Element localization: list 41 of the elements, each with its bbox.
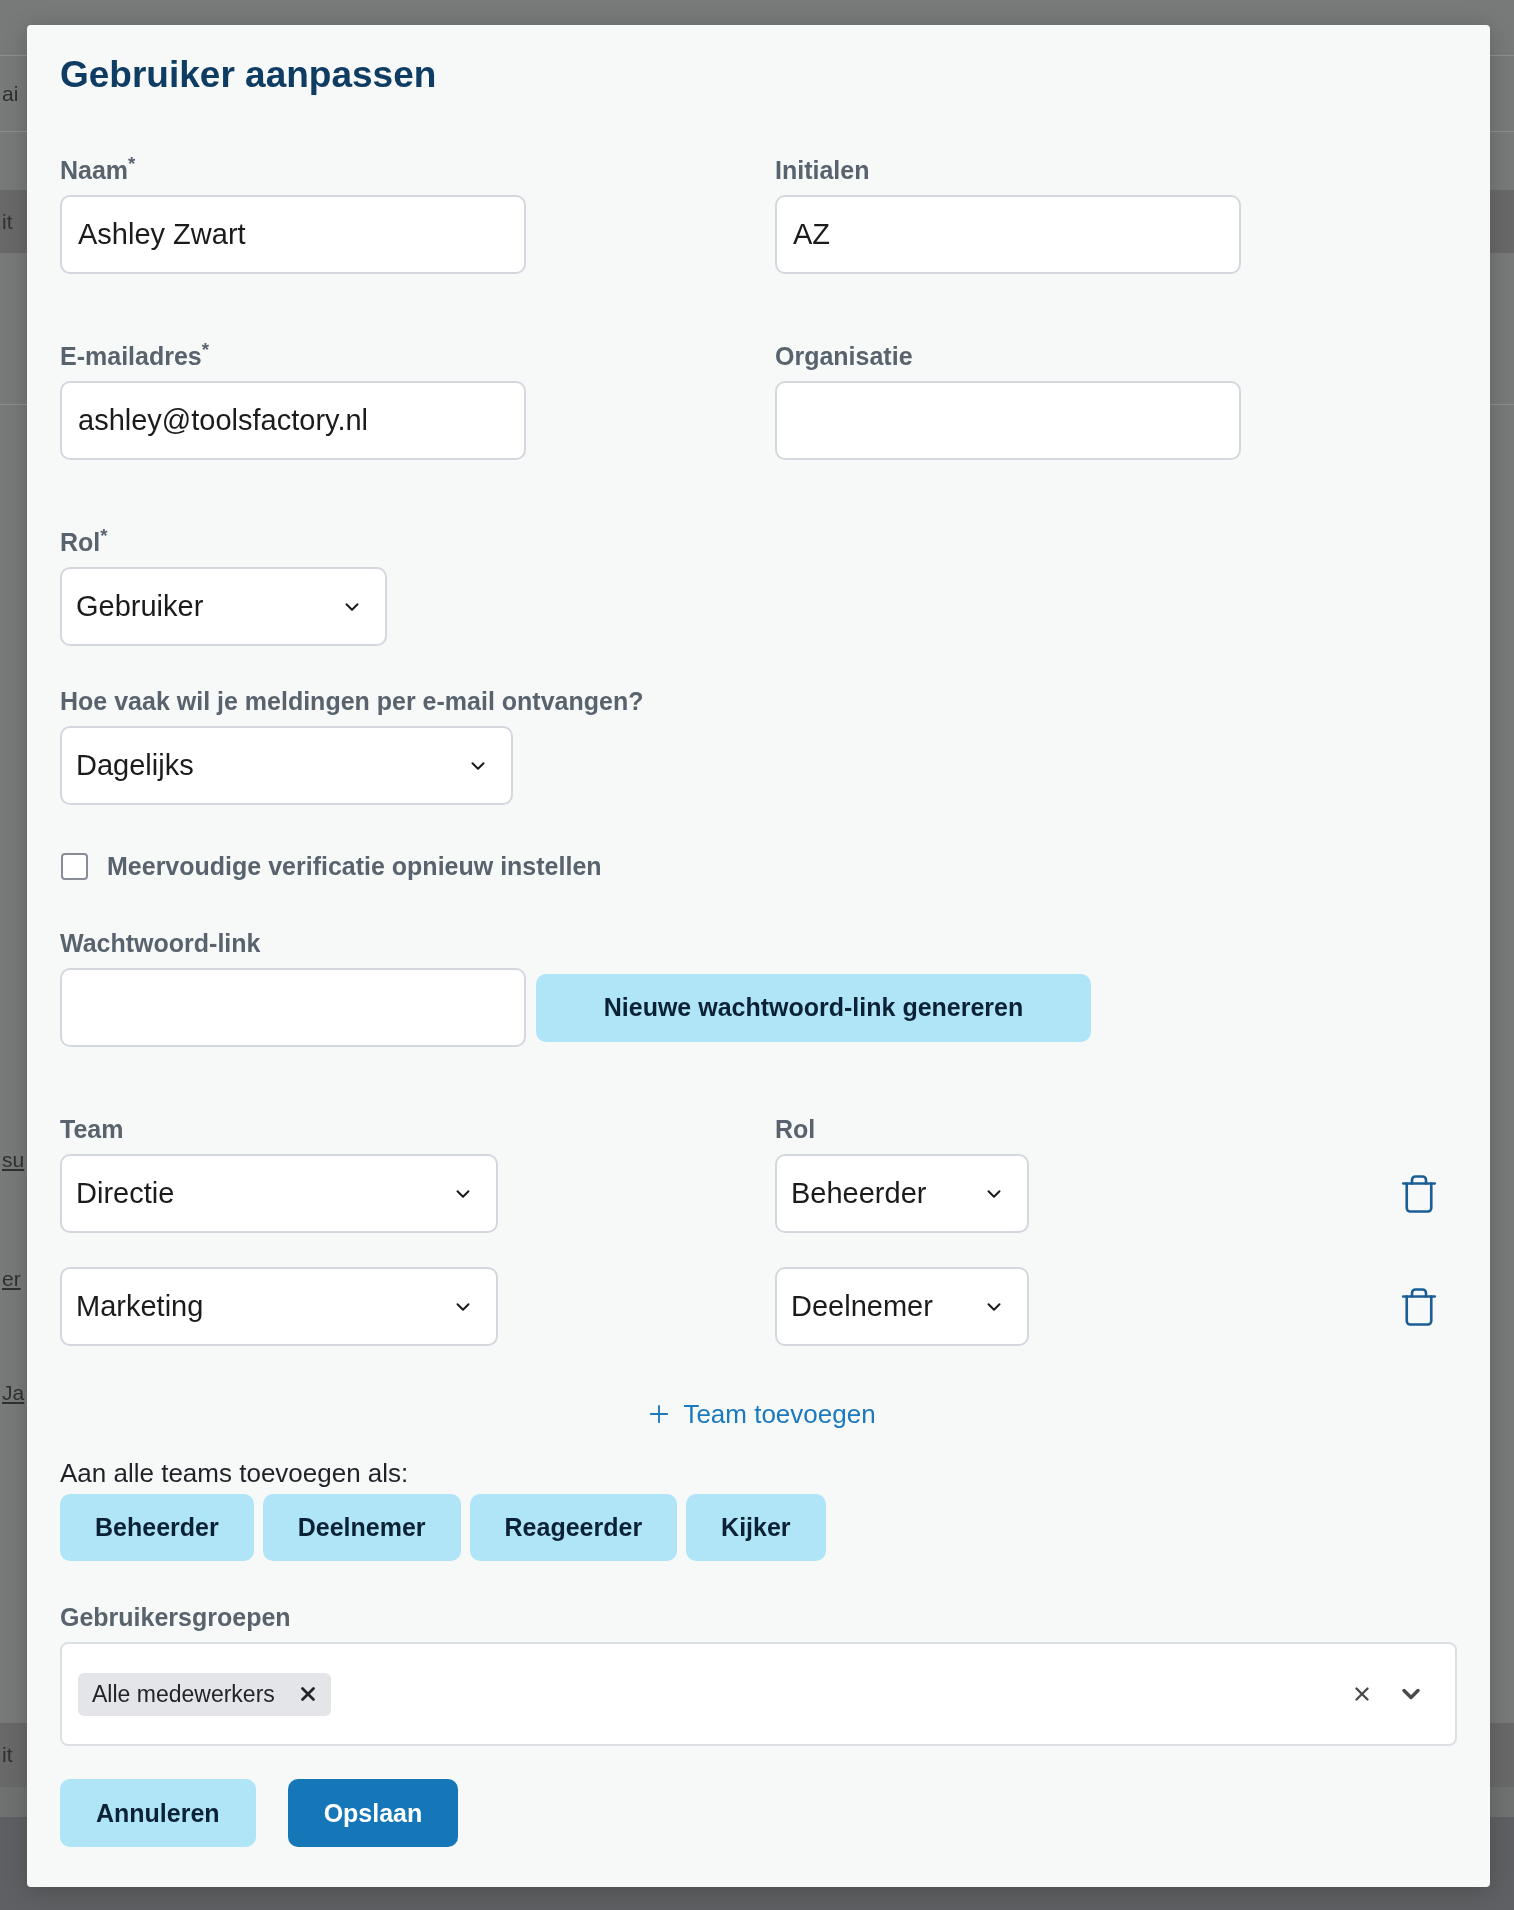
text-input[interactable] [60,968,526,1047]
team-role-select[interactable]: Deelnemer [775,1267,1029,1346]
background-text: ai [2,81,19,106]
role-button[interactable]: Reageerder [469,1494,678,1561]
text-input[interactable] [775,381,1241,460]
team-select[interactable]: Directie [60,1154,498,1233]
role-button[interactable]: Deelnemer [262,1494,461,1561]
column-label: Rol [775,1114,816,1144]
field-label: Naam$^{*}$ [60,155,136,185]
field-label: E-mailadres$^{*}$ [60,341,210,371]
underlined-background-text: er [2,1266,21,1291]
field-label: Wachtwoord-link [60,928,261,958]
frequency-select[interactable]: Dagelijks [60,726,513,805]
save-button[interactable]: Opslaan [287,1779,459,1847]
underlined-background-text: Ja [2,1380,25,1405]
field-label: Initialen [775,155,870,185]
field-label: Hoe vaak wil je meldingen per e-mail ontvangen? [60,686,644,716]
role-button[interactable]: Beheerder [60,1494,254,1561]
bulk-role-label: Aan alle teams toevoegen als: [60,1458,409,1488]
tag-label: Alle medewerkers [92,1680,275,1708]
field-label: Organisatie [775,341,913,371]
dialog-title: Gebruiker aanpassen [60,53,437,97]
text-input[interactable]: Ashley Zwart [60,195,526,274]
checkbox-label: Meervoudige verificatie opnieuw instellen [107,851,602,881]
field-label: Gebruikersgroepen [60,1602,291,1632]
column-label: Team [60,1114,124,1144]
text-input[interactable]: ashley@toolsfactory.nl [60,381,526,460]
underlined-background-text: su [2,1147,25,1172]
role-select[interactable]: Gebruiker [60,567,387,646]
team-select[interactable]: Marketing [60,1267,498,1346]
background-text: it [2,1743,13,1767]
background-text: it [2,209,13,234]
generate-link-button[interactable]: Nieuwe wachtwoord-link genereren [536,973,1091,1042]
checkbox[interactable] [61,852,88,880]
role-button[interactable]: Kijker [686,1494,826,1561]
text-input[interactable]: AZ [775,195,1241,274]
user-groups-field[interactable]: Alle medewerkers [60,1642,1457,1746]
team-role-select[interactable]: Beheerder [775,1154,1029,1233]
cancel-button[interactable]: Annuleren [60,1779,256,1847]
add-team-link[interactable]: Team toevoegen [645,1399,876,1429]
field-label: Rol$^{*}$ [60,527,108,557]
